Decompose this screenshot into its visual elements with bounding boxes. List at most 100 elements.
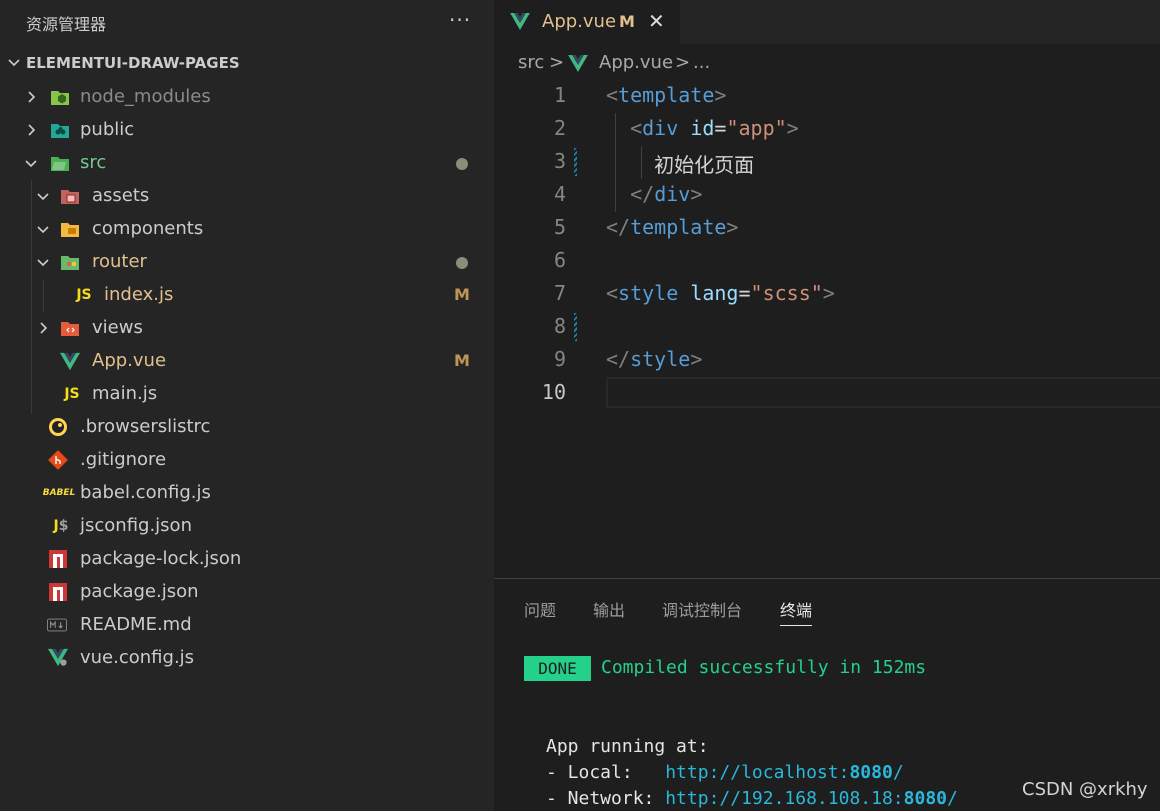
line-number: 4 [553,182,566,206]
code-line-current: 10 [494,377,1160,410]
tree-item-babel-config[interactable]: BABEL babel.config.js [0,476,494,509]
code-text: <div id="app"> [630,116,799,140]
tree-item-package-json[interactable]: package.json [0,575,494,608]
tab-terminal[interactable]: 终端 [780,597,813,626]
vue-file-icon [60,351,80,371]
editor-area: App.vue M ✕ src > App.vue > ... 1 <templ… [494,0,1160,578]
tree-item-package-lock[interactable]: package-lock.json [0,542,494,575]
tree-item-label: views [92,317,143,338]
code-line: 3 初始化页面 [494,146,1160,179]
assets-folder-icon [60,186,80,206]
code-area[interactable]: 1 <template> 2 <div id="app"> 3 初始化页面 4 … [494,80,1160,420]
tree-item-label: src [80,152,107,173]
tree-item-router[interactable]: router [0,245,494,278]
code-line: 6 [494,245,1160,278]
tree-item-assets[interactable]: assets [0,179,494,212]
tree-item-label: assets [92,185,150,206]
vue-file-icon [568,55,588,72]
close-icon[interactable]: ✕ [648,9,665,33]
components-folder-icon [60,219,80,239]
tree-item-label: components [92,218,204,239]
tree-item-jsconfig[interactable]: J $ jsconfig.json [0,509,494,542]
javascript-file-icon: JS [64,386,80,402]
code-line: 1 <template> [494,80,1160,113]
tree-item-app-vue[interactable]: App.vue M [0,344,494,377]
chevron-right-icon: > [549,52,565,73]
tree-item-main-js[interactable]: JS main.js [0,377,494,410]
code-text: </template> [606,215,739,239]
tree-item-label: jsconfig.json [80,515,192,536]
breadcrumb-more[interactable]: ... [693,52,710,73]
src-folder-icon [50,153,70,173]
tree-item-gitignore[interactable]: .gitignore [0,443,494,476]
modified-line-indicator [574,148,577,176]
tree-item-readme[interactable]: README.md [0,608,494,641]
terminal-network-label: - Network: [546,788,666,809]
terminal-network-line: - Network: http://192.168.108.18:8080/ [546,788,958,809]
code-text: </style> [606,347,703,371]
code-line: 7 <style lang="scss"> [494,278,1160,311]
node-folder-icon [50,87,70,107]
breadcrumb-file[interactable]: App.vue [599,52,673,73]
tab-app-vue[interactable]: App.vue M ✕ [494,0,680,44]
terminal-status: Compiled successfully in 152ms [601,657,927,678]
terminal-local-label: - Local: [546,762,666,783]
network-url-host: http://192.168.108.18: [665,788,904,809]
npm-file-icon [48,582,68,602]
tree-item-public[interactable]: public [0,113,494,146]
line-number: 5 [553,215,566,239]
network-url-port: 8080 [903,788,947,809]
tree-item-node-modules[interactable]: node_modules [0,80,494,113]
code-line: 9 </style> [494,344,1160,377]
code-line: 5 </template> [494,212,1160,245]
local-url-link[interactable]: http://localhost:8080/ [665,762,903,783]
vue-config-file-icon [48,648,68,668]
network-url-link[interactable]: http://192.168.108.18:8080/ [665,788,958,809]
local-url-port: 8080 [849,762,893,783]
tree-item-index-js[interactable]: JS index.js M [0,278,494,311]
code-line: 4 </div> [494,179,1160,212]
public-folder-icon [50,120,70,140]
more-actions-icon[interactable]: ··· [449,8,471,32]
tab-problems[interactable]: 问题 [524,597,556,621]
chevron-down-icon [8,59,20,67]
javascript-file-icon: JS [76,287,92,303]
tree-item-src[interactable]: src [0,146,494,179]
tree-item-label: vue.config.js [80,647,195,668]
tree-item-label: main.js [92,383,158,404]
jsconfig-file-icon: J $ [53,518,69,534]
explorer-title: 资源管理器 [26,15,107,34]
git-file-icon [48,450,68,470]
chevron-right-icon [28,124,36,136]
tree-item-browserslistrc[interactable]: .browserslistrc [0,410,494,443]
tree-item-views[interactable]: views [0,311,494,344]
modified-line-indicator [574,313,577,341]
tree-item-label: .gitignore [80,449,167,470]
tab-output[interactable]: 输出 [593,597,625,621]
explorer-header: 资源管理器 ··· [0,0,494,44]
chevron-down-icon [37,193,49,201]
code-line: 8 [494,311,1160,344]
chevron-right-icon: > [675,52,691,73]
views-folder-icon [60,318,80,338]
tab-debug-console[interactable]: 调试控制台 [662,597,742,621]
tree-item-label: .browserslistrc [80,416,211,437]
breadcrumb-folder[interactable]: src [518,52,544,73]
line-number: 6 [553,248,566,272]
tree-item-label: App.vue [92,350,167,371]
line-number: 3 [553,149,566,173]
tab-label: App.vue [542,11,617,32]
current-line-highlight [606,377,1160,408]
tree-item-components[interactable]: components [0,212,494,245]
vue-file-icon [510,13,530,30]
chevron-right-icon [28,91,36,103]
modified-dot-icon [456,257,468,269]
editor-tab-bar: App.vue M ✕ [494,0,1160,44]
line-number: 8 [553,314,566,338]
project-folder-header[interactable]: ELEMENTUI-DRAW-PAGES [0,49,494,79]
tree-item-vue-config[interactable]: vue.config.js [0,641,494,674]
modified-badge: M [454,285,470,304]
npm-file-icon [48,549,68,569]
done-badge: DONE [524,656,591,681]
tab-modified-badge: M [619,12,635,31]
